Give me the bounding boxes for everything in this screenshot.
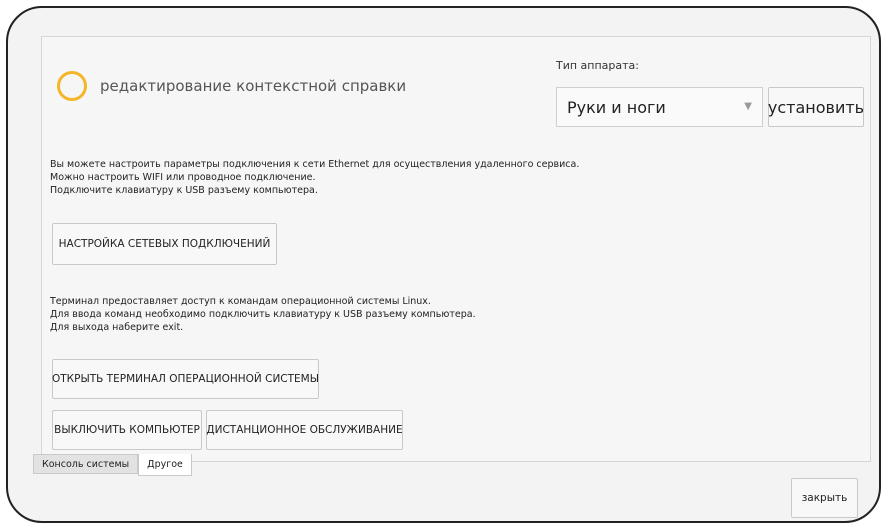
device-type-label: Тип аппарата: [556, 59, 639, 72]
dialog-frame: редактирование контекстной справки Тип а… [6, 6, 881, 523]
terminal-info-line: Для ввода команд необходимо подключить к… [50, 309, 476, 320]
device-type-select[interactable]: Руки и ноги ▼ [556, 87, 763, 127]
content-panel: редактирование контекстной справки Тип а… [41, 36, 871, 462]
network-info-line: Подключите клавиатуру к USB разъему комп… [50, 185, 318, 196]
shutdown-button[interactable]: ВЫКЛЮЧИТЬ КОМПЬЮТЕР [52, 410, 202, 450]
remote-service-button[interactable]: ДИСТАНЦИОННОЕ ОБСЛУЖИВАНИЕ [206, 410, 403, 450]
install-button[interactable]: установить [768, 87, 864, 127]
network-info-line: Можно настроить WIFI или проводное подкл… [50, 172, 316, 183]
loading-spinner-icon [57, 71, 87, 101]
tab-other[interactable]: Другое [138, 454, 192, 476]
tab-system-console[interactable]: Консоль системы [33, 454, 139, 474]
close-button[interactable]: закрыть [791, 478, 858, 518]
terminal-info: Терминал предоставляет доступ к командам… [50, 295, 476, 334]
terminal-info-line: Для выхода наберите exit. [50, 322, 184, 333]
open-terminal-button[interactable]: ОТКРЫТЬ ТЕРМИНАЛ ОПЕРАЦИОННОЙ СИСТЕМЫ [52, 359, 319, 399]
tab-bar: Консоль системы Другое [33, 454, 192, 476]
chevron-down-icon: ▼ [744, 101, 752, 112]
device-type-value: Руки и ноги [567, 97, 666, 117]
network-settings-button[interactable]: НАСТРОЙКА СЕТЕВЫХ ПОДКЛЮЧЕНИЙ [52, 223, 277, 265]
network-info-line: Вы можете настроить параметры подключени… [50, 159, 580, 170]
help-edit-link[interactable]: редактирование контекстной справки [100, 77, 406, 95]
terminal-info-line: Терминал предоставляет доступ к командам… [50, 296, 431, 307]
network-info: Вы можете настроить параметры подключени… [50, 158, 579, 197]
